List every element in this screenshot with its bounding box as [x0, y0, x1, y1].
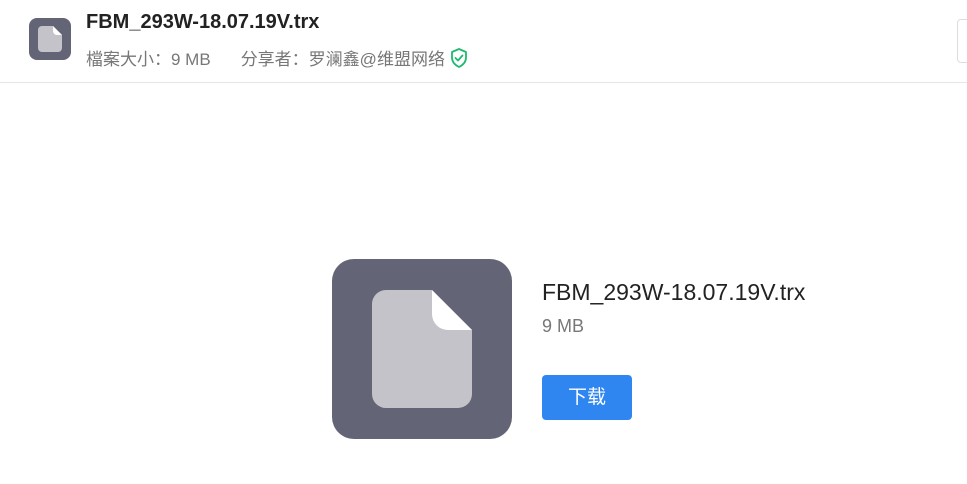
header-sharer: 分享者：罗澜鑫@维盟网络 [240, 50, 445, 69]
shield-check-icon [450, 47, 468, 68]
file-icon [29, 18, 71, 60]
header-file-size: 檔案大小：9 MB [86, 50, 211, 69]
file-header: FBM_293W-18.07.19V.trx 檔案大小：9 MB 分享者：罗澜鑫… [0, 0, 967, 83]
file-name: FBM_293W-18.07.19V.trx [542, 279, 806, 305]
header-file-name: FBM_293W-18.07.19V.trx [86, 11, 320, 33]
file-icon [332, 259, 512, 439]
header-meta: 檔案大小：9 MB 分享者：罗澜鑫@维盟网络 [86, 45, 468, 70]
file-size: 9 MB [542, 316, 585, 336]
header-action-button[interactable] [957, 19, 967, 63]
download-button[interactable]: 下载 [542, 375, 632, 420]
